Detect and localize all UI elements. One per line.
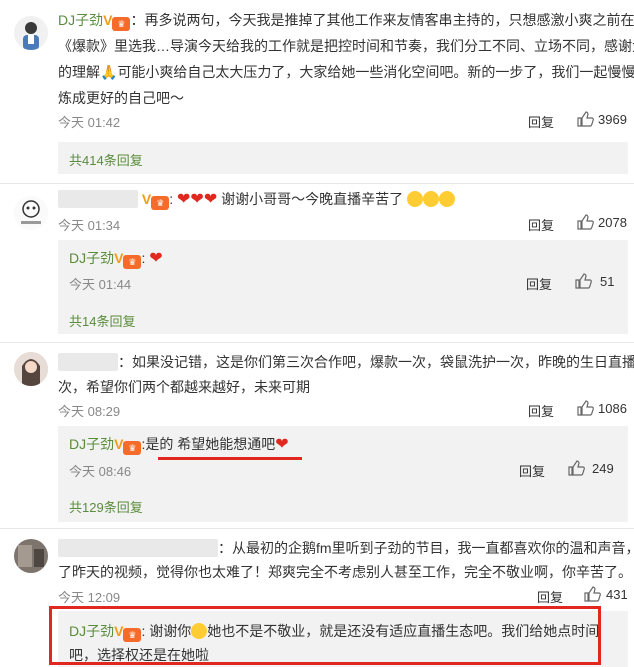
reply-button[interactable]: 回复 (528, 401, 554, 420)
comment-text: ：如果没记错，这是你们第三次合作吧，爆款一次，袋鼠洗护一次，昨晚的生日直播一 (58, 351, 634, 373)
comment-line: 的理解🙏可能小爽给自己太大压力了，大家给她一些消化空间吧。新的一步了，我们一起慢… (58, 64, 634, 80)
like-count: 2078 (598, 215, 627, 230)
verified-badge-icon: V (141, 191, 152, 207)
comment-line: 次，希望你们两个都越来越好，未来可期 (58, 379, 310, 395)
photo-avatar-icon (14, 539, 48, 573)
thumbs-up-icon[interactable] (574, 272, 592, 290)
highlight-underline (158, 457, 302, 460)
reply-button[interactable]: 回复 (537, 587, 563, 606)
avatar[interactable] (14, 196, 48, 230)
comment-text: V ♛: ❤❤❤ 谢谢小哥哥～今晚直播辛苦了 (58, 188, 456, 211)
reply-button[interactable]: 回复 (528, 215, 554, 234)
reply-button[interactable]: 回复 (519, 461, 545, 480)
person-avatar-icon (14, 352, 48, 386)
timestamp: 今天 01:44 (69, 277, 132, 292)
timestamp: 今天 01:34 (58, 218, 121, 233)
smile-emoji-icon (423, 191, 440, 207)
comment-line: 谢谢小哥哥～今晚直播辛苦了 (221, 191, 404, 207)
divider (0, 342, 634, 343)
reply-button[interactable]: 回复 (528, 112, 554, 131)
avatar[interactable] (14, 539, 48, 573)
thumbs-up-icon[interactable] (576, 213, 594, 231)
smile-emoji-icon (439, 191, 456, 207)
username-redacted[interactable] (58, 353, 118, 371)
comment-line: ：从最初的企鹅fm里听到子劲的节目，我一直都喜欢你的温和声音，看 (218, 540, 634, 556)
reply-text: DJ子劲V ♛: ❤ (69, 247, 163, 270)
avatar[interactable] (14, 352, 48, 386)
reply-line: 是的 希望她能想通吧 (145, 436, 276, 452)
timestamp: 今天 08:46 (69, 464, 132, 479)
level-badge-icon: ♛ (123, 255, 142, 269)
person-avatar-icon (14, 16, 48, 50)
reply-button[interactable]: 回复 (526, 274, 552, 293)
heart-icon: ❤ (149, 250, 163, 267)
level-badge-icon: ♛ (112, 17, 131, 31)
heart-icon: ❤ (190, 191, 204, 208)
divider (0, 528, 634, 529)
heart-icon: ❤ (275, 436, 289, 453)
pray-emoji-icon: 🙏 (100, 64, 118, 80)
like-count: 249 (592, 461, 614, 476)
heart-icon: ❤ (203, 191, 218, 208)
like-count: 51 (600, 274, 615, 289)
like-count: 1086 (598, 401, 627, 416)
heart-icon: ❤ (177, 191, 191, 208)
comment-text: ：从最初的企鹅fm里听到子劲的节目，我一直都喜欢你的温和声音，看 (58, 537, 634, 559)
reply-text: DJ子劲V ♛:是的 希望她能想通吧❤ (69, 433, 289, 456)
cartoon-avatar-icon (14, 196, 48, 230)
replies-panel (58, 142, 628, 174)
thumbs-up-icon[interactable] (567, 459, 585, 477)
username-redacted[interactable] (58, 539, 218, 557)
thumbs-up-icon[interactable] (583, 585, 601, 603)
timestamp: 今天 12:09 (58, 590, 121, 605)
level-badge-icon: ♛ (123, 441, 142, 455)
more-replies-link[interactable]: 共14条回复 (69, 311, 135, 330)
like-count: 3969 (598, 112, 627, 127)
more-replies-link[interactable]: 共129条回复 (69, 497, 143, 516)
timestamp: 今天 01:42 (58, 115, 121, 130)
smile-emoji-icon (407, 191, 424, 207)
comment-line: ：如果没记错，这是你们第三次合作吧，爆款一次，袋鼠洗护一次，昨晚的生日直播一 (118, 354, 634, 370)
comment-line: 炼成更好的自己吧～ (58, 90, 184, 106)
verified-badge-icon: V (103, 12, 113, 28)
thumbs-up-icon[interactable] (576, 399, 594, 417)
avatar[interactable] (14, 16, 48, 50)
comment-line: 《爆款》里选我…导演今天给我的工作就是把控时间和节奏，我们分工不同、立场不同，感… (58, 38, 634, 54)
more-replies-link[interactable]: 共414条回复 (69, 150, 143, 169)
like-count: 431 (606, 587, 628, 602)
verified-badge-icon: V (114, 250, 124, 266)
comment-feed: DJ子劲V ♛ ：再多说两句，今天我是推掉了其他工作来友情客串主持的，只想感激小爽之… (0, 0, 634, 667)
username-redacted[interactable] (58, 190, 138, 208)
username[interactable]: DJ子劲 (69, 436, 114, 452)
comment-line: ：再多说两句，今天我是推掉了其他工作来友情客串主持的，只想感激小爽之前在 (130, 12, 634, 28)
username[interactable]: DJ子劲 (69, 250, 114, 266)
timestamp: 今天 08:29 (58, 404, 121, 419)
comment-line: 了昨天的视频，觉得你也太难了！郑爽完全不考虑别人甚至工作，完全不敬业啊，你辛苦了… (58, 564, 632, 580)
verified-badge-icon: V (114, 436, 124, 452)
thumbs-up-icon[interactable] (576, 110, 594, 128)
highlight-box (49, 606, 601, 665)
level-badge-icon: ♛ (151, 196, 170, 210)
username[interactable]: DJ子劲 (58, 12, 103, 28)
comment-text: DJ子劲V ♛ ：再多说两句，今天我是推掉了其他工作来友情客串主持的，只想感激小爽之… (58, 9, 634, 31)
divider (0, 183, 634, 184)
